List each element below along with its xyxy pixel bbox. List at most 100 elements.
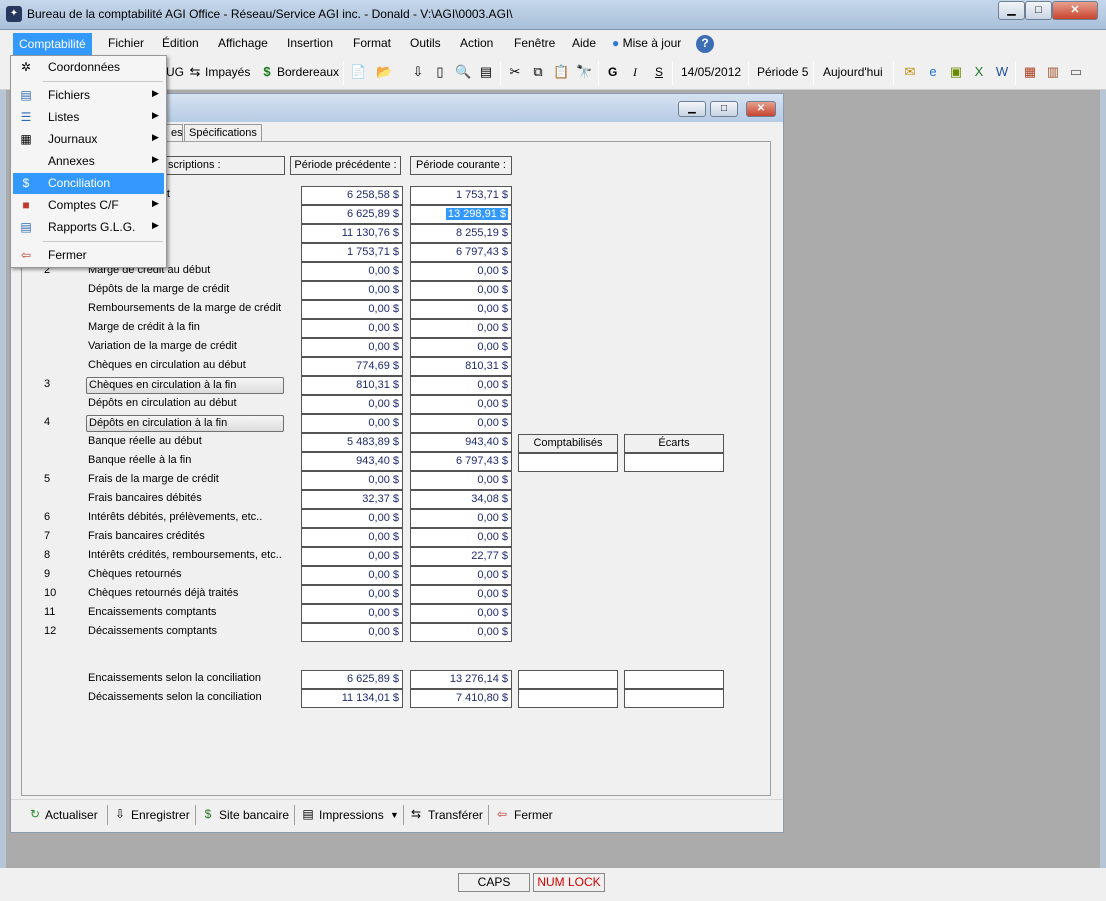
row-label-button[interactable]: Dépôts en circulation à la fin: [86, 415, 284, 432]
menu-outils[interactable]: Outils: [406, 35, 445, 53]
italic-button[interactable]: I: [633, 65, 637, 80]
tab-previous[interactable]: es: [166, 124, 183, 142]
impressions-button[interactable]: Impressions: [319, 808, 384, 822]
summary-prev-cell[interactable]: 11 134,01 $: [301, 689, 403, 708]
current-period-cell[interactable]: 6 797,43 $: [410, 452, 512, 471]
impayes-button[interactable]: Impayés: [205, 65, 250, 79]
current-period-cell[interactable]: 0,00 $: [410, 509, 512, 528]
prev-period-cell[interactable]: 0,00 $: [301, 300, 403, 319]
prev-period-cell[interactable]: 0,00 $: [301, 604, 403, 623]
date-field[interactable]: 14/05/2012: [681, 65, 741, 79]
menu-item-coordonnees[interactable]: ✲ Coordonnées: [13, 57, 164, 78]
prev-period-cell[interactable]: 11 130,76 $: [301, 224, 403, 243]
current-period-cell[interactable]: 6 797,43 $: [410, 243, 512, 262]
menu-item-listes[interactable]: ☰ Listes ▶: [13, 107, 164, 128]
menu-fenetre[interactable]: Fenêtre: [510, 35, 559, 53]
prev-period-cell[interactable]: 0,00 $: [301, 547, 403, 566]
notes-icon[interactable]: ▣: [948, 64, 964, 80]
current-period-cell[interactable]: 8 255,19 $: [410, 224, 512, 243]
cut-icon[interactable]: ✂: [507, 64, 523, 80]
current-period-cell[interactable]: 0,00 $: [410, 604, 512, 623]
menu-item-comptes-cf[interactable]: ■ Comptes C/F ▶: [13, 195, 164, 216]
current-period-cell[interactable]: 1 753,71 $: [410, 186, 512, 205]
menu-insertion[interactable]: Insertion: [283, 35, 337, 53]
transferer-button[interactable]: Transférer: [428, 808, 483, 822]
menu-action[interactable]: Action: [456, 35, 497, 53]
help-icon[interactable]: ?: [696, 35, 714, 53]
prev-period-cell[interactable]: 6 258,58 $: [301, 186, 403, 205]
actualiser-button[interactable]: Actualiser: [45, 808, 98, 822]
current-period-cell[interactable]: 0,00 $: [410, 262, 512, 281]
current-period-cell[interactable]: 0,00 $: [410, 528, 512, 547]
summary-prev-cell[interactable]: 6 625,89 $: [301, 670, 403, 689]
menu-item-rapports-glg[interactable]: ▤ Rapports G.L.G. ▶: [13, 217, 164, 238]
summary-cur-cell[interactable]: 7 410,80 $: [410, 689, 512, 708]
current-period-cell[interactable]: 0,00 $: [410, 300, 512, 319]
copy-icon[interactable]: ⧉: [530, 64, 546, 80]
prev-period-cell[interactable]: 0,00 $: [301, 528, 403, 547]
prev-period-cell[interactable]: 0,00 $: [301, 395, 403, 414]
comptabilises-field[interactable]: [518, 453, 618, 472]
calendar-icon[interactable]: ▦: [1022, 64, 1038, 80]
child-minimize-button[interactable]: ▁: [678, 101, 706, 117]
tab-specifications[interactable]: Spécifications: [184, 124, 262, 142]
menu-item-fichiers[interactable]: ▤ Fichiers ▶: [13, 85, 164, 106]
ecarts-field[interactable]: [624, 453, 724, 472]
current-period-cell[interactable]: 0,00 $: [410, 376, 512, 395]
prev-period-cell[interactable]: 0,00 $: [301, 471, 403, 490]
menu-item-annexes[interactable]: Annexes ▶: [13, 151, 164, 172]
open-folder-icon[interactable]: 📂: [376, 64, 392, 80]
menu-aide[interactable]: Aide: [568, 35, 600, 53]
excel-icon[interactable]: X: [971, 64, 987, 80]
bold-button[interactable]: G: [608, 65, 617, 79]
child-maximize-button[interactable]: □: [710, 101, 738, 117]
current-period-cell[interactable]: 0,00 $: [410, 414, 512, 433]
print-icon[interactable]: ▤: [478, 64, 494, 80]
enregistrer-button[interactable]: Enregistrer: [131, 808, 190, 822]
menu-item-conciliation[interactable]: $ Conciliation: [13, 173, 164, 194]
minimize-button[interactable]: ▁: [998, 1, 1025, 20]
prev-period-cell[interactable]: 0,00 $: [301, 262, 403, 281]
current-period-cell[interactable]: 0,00 $: [410, 623, 512, 642]
new-document-icon[interactable]: 📄: [350, 64, 366, 80]
menu-item-journaux[interactable]: ▦ Journaux ▶: [13, 129, 164, 150]
app-icon[interactable]: ✦: [6, 6, 22, 22]
bordereaux-button[interactable]: Bordereaux: [277, 65, 339, 79]
menu-affichage[interactable]: Affichage: [214, 35, 272, 53]
find-icon[interactable]: 🔭: [576, 64, 592, 80]
current-period-cell[interactable]: 0,00 $: [410, 395, 512, 414]
menu-format[interactable]: Format: [349, 35, 395, 53]
prev-period-cell[interactable]: 0,00 $: [301, 319, 403, 338]
browser-icon[interactable]: e: [925, 64, 941, 80]
current-period-cell[interactable]: 0,00 $: [410, 338, 512, 357]
current-period-cell[interactable]: 13 298,91 $: [410, 205, 512, 224]
menu-comptabilite[interactable]: Comptabilité: [13, 33, 92, 55]
paste-icon[interactable]: 📋: [553, 64, 569, 80]
maximize-button[interactable]: □: [1025, 1, 1052, 20]
underline-button[interactable]: S: [655, 65, 663, 79]
current-period-cell[interactable]: 943,40 $: [410, 433, 512, 452]
prev-period-cell[interactable]: 5 483,89 $: [301, 433, 403, 452]
fermer-button[interactable]: Fermer: [514, 808, 553, 822]
current-period-cell[interactable]: 0,00 $: [410, 281, 512, 300]
prev-period-cell[interactable]: 32,37 $: [301, 490, 403, 509]
child-close-button[interactable]: ✕: [746, 101, 776, 117]
prev-period-cell[interactable]: 0,00 $: [301, 509, 403, 528]
menu-fichier[interactable]: Fichier: [104, 35, 148, 53]
prev-period-cell[interactable]: 810,31 $: [301, 376, 403, 395]
aujourdhui-button[interactable]: Aujourd'hui: [823, 65, 883, 79]
preview-icon[interactable]: 🔍: [455, 64, 471, 80]
books-icon[interactable]: ▥: [1045, 64, 1061, 80]
summary-comptabilises-cell[interactable]: [518, 689, 618, 708]
current-period-cell[interactable]: 0,00 $: [410, 319, 512, 338]
site-bancaire-button[interactable]: Site bancaire: [219, 808, 289, 822]
prev-period-cell[interactable]: 6 625,89 $: [301, 205, 403, 224]
summary-ecarts-cell[interactable]: [624, 670, 724, 689]
envelope-icon[interactable]: ✉: [902, 64, 918, 80]
prev-period-cell[interactable]: 0,00 $: [301, 281, 403, 300]
close-button[interactable]: ✕: [1052, 1, 1098, 20]
summary-cur-cell[interactable]: 13 276,14 $: [410, 670, 512, 689]
menu-mise-a-jour[interactable]: ● Mise à jour: [608, 35, 685, 53]
current-period-cell[interactable]: 22,77 $: [410, 547, 512, 566]
ug-button[interactable]: UG: [166, 65, 184, 79]
